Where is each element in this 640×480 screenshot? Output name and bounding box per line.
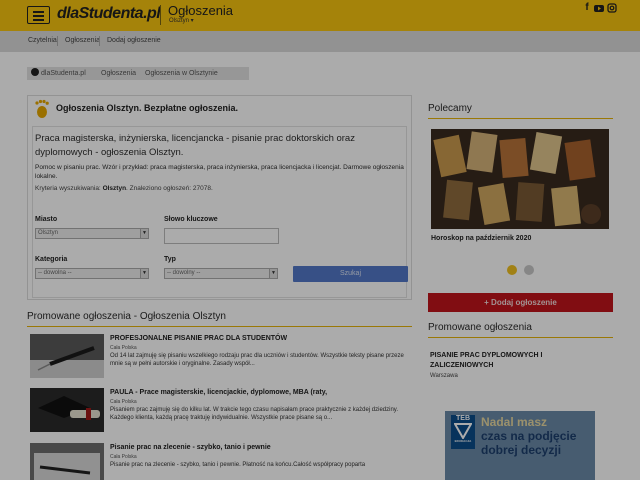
- page-dim-overlay[interactable]: [0, 0, 640, 480]
